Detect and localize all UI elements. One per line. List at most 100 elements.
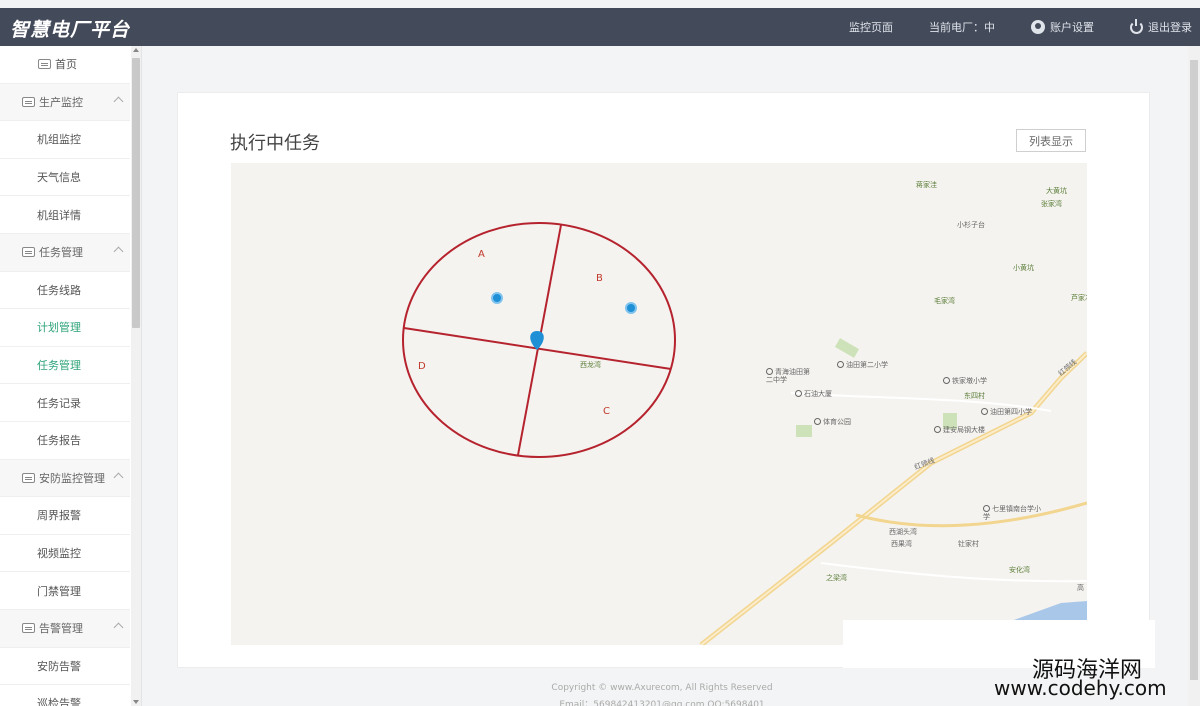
sidebar-scrollbar[interactable] [131, 46, 141, 706]
map-poi-label: 建安局钢大楼 [943, 426, 985, 434]
sidebar-item-13[interactable]: 视频监控 [0, 535, 130, 573]
map-label: 安化湾 [1009, 566, 1030, 574]
logout-link[interactable]: 退出登录 [1130, 18, 1192, 35]
map-label: 西龙湾 [580, 361, 601, 369]
chevron-up-icon[interactable] [113, 472, 124, 482]
sidebar-item-label: 任务线路 [37, 283, 81, 297]
map-label: 芦家冲 [1071, 294, 1087, 302]
top-bar: 智慧电厂平台 监控页面 当前电厂：中 账户设置 退出登录 [0, 8, 1200, 46]
sidebar-item-label: 首页 [55, 58, 77, 72]
sidebar-item-label: 安防告警 [37, 659, 81, 673]
map-label: 小黄坑 [1013, 264, 1034, 272]
map-poi: 石油大厦 [795, 389, 832, 399]
map-label: 之梁湾 [826, 574, 847, 582]
zone-label-a: A [478, 249, 485, 260]
map-label: 张家湾 [1041, 200, 1062, 208]
map-poi-label: 七里镇南台学小学 [983, 505, 1041, 521]
page-title: 执行中任务 [230, 133, 320, 154]
map-poi-label: 石油大厦 [804, 390, 832, 398]
map-label: 毛家湾 [934, 297, 955, 305]
logout-label: 退出登录 [1148, 21, 1192, 34]
sidebar-item-11[interactable]: 安防监控管理 [0, 459, 130, 498]
sidebar-item-label: 机组监控 [37, 133, 81, 147]
poi-icon [934, 426, 941, 433]
user-icon [1031, 20, 1045, 34]
poi-icon [837, 361, 844, 368]
map-poi: 油田第二小学 [837, 360, 888, 370]
current-plant-selector[interactable]: 当前电厂：中 [929, 19, 995, 35]
minor-road [820, 562, 1087, 583]
map-label: 高 [1077, 584, 1084, 592]
zone-label-c: C [603, 406, 610, 417]
sidebar-item-15[interactable]: 告警管理 [0, 609, 130, 648]
map-poi-label: 油田第二小学 [846, 361, 888, 369]
sidebar-item-label: 任务管理 [37, 359, 81, 373]
sidebar-item-label: 机组详情 [37, 208, 81, 222]
sidebar-item-4[interactable]: 机组详情 [0, 196, 130, 234]
device-marker[interactable] [625, 302, 637, 314]
footer-contact: Email：569842413201@qq.com QQ:5698401 [559, 700, 765, 706]
map-label: 大黄坑 [1046, 187, 1067, 195]
sidebar-item-7[interactable]: 计划管理 [0, 309, 130, 347]
map-poi: 体育公园 [814, 417, 851, 427]
sidebar-item-2[interactable]: 机组监控 [0, 121, 130, 159]
map-label: 西湖头湾 [889, 528, 917, 536]
monitor-page-link[interactable]: 监控页面 [849, 19, 893, 35]
sidebar-item-label: 视频监控 [37, 547, 81, 561]
map-label: 蒋家洼 [916, 181, 937, 189]
sidebar-item-label: 任务管理 [39, 246, 83, 260]
page-scrollbar[interactable] [1188, 46, 1200, 706]
sidebar-item-1[interactable]: 生产监控 [0, 83, 130, 122]
sidebar-item-10[interactable]: 任务报告 [0, 422, 130, 460]
sidebar-item-9[interactable]: 任务记录 [0, 384, 130, 422]
map-poi: 七里镇南台学小学 [983, 505, 1043, 521]
sidebar-item-3[interactable]: 天气信息 [0, 159, 130, 197]
map-poi-label: 油田第四小学 [990, 408, 1032, 416]
account-settings-link[interactable]: 账户设置 [1031, 19, 1094, 35]
sidebar-menu: 首页 生产监控 机组监控 天气信息 机组详情 任务管理 任务线路 计划管理 任务管理 任务记录 任务… [0, 46, 130, 706]
task-card: 执行中任务 列表显示 A B C D 蒋家洼 大黄坑 张家湾 小杉子台 小黄坑 … [177, 92, 1150, 668]
poi-icon [943, 377, 950, 384]
map-poi: 油田第四小学 [981, 407, 1032, 417]
page-footer: Copyright © www.Axurecom, All Rights Res… [0, 680, 1124, 706]
park-area [834, 338, 860, 358]
folder-icon [22, 247, 35, 258]
map-label: 西果湾 [891, 540, 912, 548]
map-view[interactable]: A B C D 蒋家洼 大黄坑 张家湾 小杉子台 小黄坑 芦家冲 毛家湾 西龙湾… [231, 163, 1087, 645]
sidebar-item-label: 告警管理 [39, 622, 83, 636]
sidebar-item-label: 安防监控管理 [39, 471, 105, 485]
sidebar-item-label: 计划管理 [37, 321, 81, 335]
footer-copyright: Copyright © www.Axurecom, All Rights Res… [551, 683, 773, 693]
sidebar-item-label: 周界报警 [37, 509, 81, 523]
page-scroll-thumb[interactable] [1190, 60, 1198, 680]
sidebar-item-label: 任务报告 [37, 434, 81, 448]
folder-icon [22, 623, 35, 634]
poi-icon [795, 390, 802, 397]
sidebar-item-5[interactable]: 任务管理 [0, 233, 130, 272]
map-poi: 青海油田第二中学 [766, 368, 816, 384]
sidebar-item-12[interactable]: 周界报警 [0, 497, 130, 535]
poi-icon [983, 505, 990, 512]
chevron-up-icon[interactable] [113, 622, 124, 633]
sidebar-item-label: 生产监控 [39, 95, 83, 109]
account-settings-label: 账户设置 [1050, 21, 1094, 34]
poi-icon [814, 418, 821, 425]
power-icon [1130, 18, 1143, 34]
brand-logo[interactable]: 智慧电厂平台 [10, 15, 130, 42]
zone-label-d: D [418, 361, 426, 372]
scroll-up-icon[interactable] [133, 48, 139, 52]
map-poi-label: 铁家墩小学 [952, 377, 987, 385]
chevron-up-icon[interactable] [113, 246, 124, 257]
map-label: 小杉子台 [957, 221, 985, 229]
device-marker[interactable] [491, 292, 503, 304]
sidebar-scroll-thumb[interactable] [132, 58, 140, 328]
sidebar-item-6[interactable]: 任务线路 [0, 272, 130, 310]
sidebar-item-8[interactable]: 任务管理 [0, 347, 130, 385]
sidebar-item-0[interactable]: 首页 [0, 46, 130, 84]
list-view-button[interactable]: 列表显示 [1016, 129, 1086, 152]
map-label: 东四村 [964, 392, 985, 400]
poi-icon [766, 368, 773, 375]
chevron-up-icon[interactable] [113, 96, 124, 107]
sidebar-item-14[interactable]: 门禁管理 [0, 572, 130, 610]
home-icon [38, 59, 51, 70]
